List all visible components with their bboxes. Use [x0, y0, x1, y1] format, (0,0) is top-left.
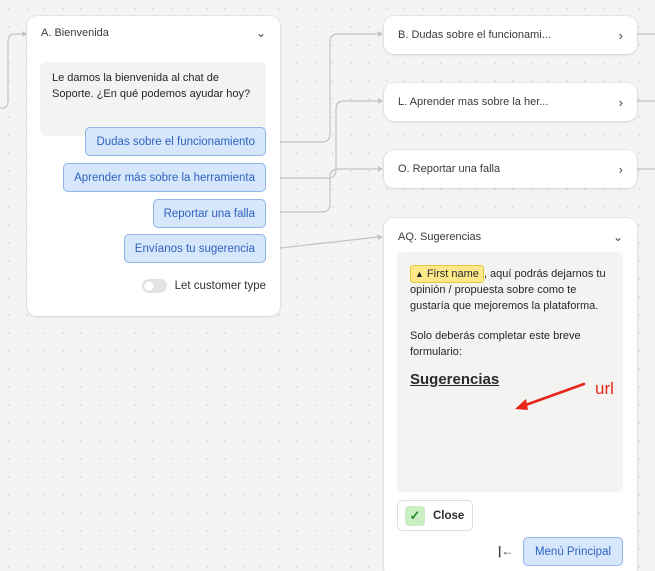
- variable-chip-label: First name: [426, 268, 479, 280]
- let-customer-type-toggle[interactable]: [141, 279, 167, 293]
- sugerencias-message: ▲ First name, aquí podrás dejarnos tu opi…: [397, 252, 623, 492]
- option-reportar-button[interactable]: Reportar una falla: [152, 199, 266, 228]
- check-icon: ✓: [405, 505, 425, 526]
- card-bienvenida[interactable]: A. Bienvenida ⌄ Le damos la bienvenida a…: [27, 16, 280, 316]
- message-paragraph-1: ▲ First name, aquí podrás dejarnos tu opi…: [410, 265, 610, 314]
- option-sugerencia-button[interactable]: Envíanos tu sugerencia: [123, 234, 266, 263]
- card-a-title: A. Bienvenida: [41, 27, 109, 39]
- chevron-down-icon[interactable]: ⌄: [613, 230, 623, 244]
- chevron-right-icon[interactable]: ›: [619, 28, 623, 43]
- card-b-title: B. Dudas sobre el funcionami...: [398, 29, 551, 41]
- url-annotation: url: [595, 379, 614, 398]
- sugerencias-link[interactable]: Sugerencias: [410, 372, 499, 388]
- warning-icon: ▲: [415, 269, 424, 279]
- chevron-right-icon[interactable]: ›: [619, 162, 623, 177]
- menu-principal-button[interactable]: Menú Principal: [523, 537, 623, 566]
- card-l-title: L. Aprender mas sobre la her...: [398, 96, 549, 108]
- option-aprender-button[interactable]: Aprender más sobre la herramienta: [63, 163, 266, 192]
- card-reportar[interactable]: O. Reportar una falla ›: [384, 150, 637, 188]
- close-button[interactable]: ✓ Close: [397, 500, 473, 531]
- first-name-variable-chip[interactable]: ▲ First name: [410, 265, 484, 283]
- card-a-header[interactable]: A. Bienvenida ⌄: [27, 16, 280, 50]
- card-sugerencias[interactable]: AQ. Sugerencias ⌄ ▲ First name, aquí podr…: [384, 218, 637, 571]
- let-customer-type-row: Let customer type: [141, 279, 266, 293]
- card-o-title: O. Reportar una falla: [398, 163, 501, 175]
- chevron-down-icon[interactable]: ⌄: [256, 26, 266, 40]
- card-aq-header[interactable]: AQ. Sugerencias ⌄: [384, 218, 637, 255]
- chevron-right-icon[interactable]: ›: [619, 95, 623, 110]
- card-aq-title: AQ. Sugerencias: [398, 230, 482, 243]
- welcome-message: Le damos la bienvenida al chat de Soport…: [40, 62, 266, 136]
- option-dudas-button[interactable]: Dudas sobre el funcionamiento: [85, 127, 266, 156]
- card-dudas[interactable]: B. Dudas sobre el funcionami... ›: [384, 16, 637, 54]
- card-aprender[interactable]: L. Aprender mas sobre la her... ›: [384, 83, 637, 121]
- close-label: Close: [433, 509, 465, 522]
- back-to-start-icon[interactable]: |←: [498, 544, 513, 558]
- toggle-label: Let customer type: [174, 280, 266, 292]
- message-part-2: Solo deberás completar este breve formul…: [410, 330, 581, 358]
